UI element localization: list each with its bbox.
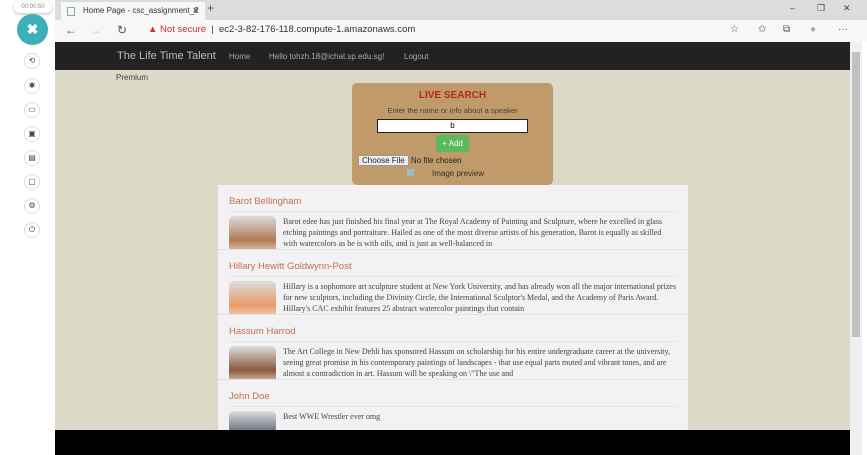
- site-brand[interactable]: The Life Time Talent: [117, 50, 216, 62]
- url-text: ec2-3-82-176-118.compute-1.amazonaws.com: [219, 24, 416, 35]
- speaker-item[interactable]: Hassum Harrod The Art College in New Dehl…: [218, 315, 688, 380]
- live-search-panel: LIVE SEARCH Enter the name or info about…: [352, 83, 553, 185]
- minimize-button[interactable]: –: [790, 3, 795, 13]
- speaker-description: Barot edee has just finished his final y…: [283, 217, 663, 248]
- screenshot-icon[interactable]: ▣: [24, 126, 40, 142]
- speaker-name[interactable]: Barot Bellingham: [229, 196, 301, 207]
- nav-home[interactable]: Home: [229, 52, 250, 61]
- favorites-icon[interactable]: ✩: [758, 24, 766, 35]
- tab-title: Home Page - csc_assignment_2: [83, 6, 199, 15]
- speaker-photo: [229, 281, 276, 314]
- speaker-name[interactable]: John Doe: [229, 391, 270, 402]
- power-icon[interactable]: ⏻: [24, 222, 40, 238]
- divider: [229, 276, 678, 277]
- recording-timer: 00:00:50: [14, 2, 52, 13]
- not-secure-label: Not secure: [160, 24, 206, 35]
- speaker-name[interactable]: Hassum Harrod: [229, 326, 296, 337]
- web-page: The Life Time Talent Home Hello tohzh.18…: [55, 42, 850, 430]
- choose-file-button[interactable]: Choose File: [358, 155, 409, 166]
- speaker-item[interactable]: John Doe Best WWE Wrestler ever omg: [218, 380, 688, 430]
- settings-icon[interactable]: ⚙: [24, 198, 40, 214]
- speaker-name[interactable]: Hillary Hewitt Goldwynn-Post: [229, 261, 351, 272]
- site-navbar: The Life Time Talent Home Hello tohzh.18…: [55, 42, 850, 70]
- image-preview-label: Image preview: [432, 169, 485, 178]
- search-label: Enter the name or info about a speaker: [387, 106, 518, 115]
- address-bar: ← → ↻ ▲ Not secure | ec2-3-82-176-118.co…: [55, 20, 867, 42]
- close-recorder-button[interactable]: ✖: [17, 14, 48, 45]
- bug-icon[interactable]: ✱: [24, 78, 40, 94]
- window-close-button[interactable]: ✕: [843, 3, 851, 14]
- profile-icon[interactable]: ●: [810, 24, 816, 35]
- bottom-bar: [55, 430, 850, 455]
- page-icon: [67, 7, 75, 16]
- file-status: No file chosen: [410, 156, 462, 165]
- speaker-description: The Art College in New Dehli has sponsor…: [283, 347, 671, 378]
- restore-button[interactable]: ❐: [817, 3, 825, 14]
- divider: [229, 341, 678, 342]
- speaker-photo: [229, 346, 276, 379]
- video-icon[interactable]: ▭: [24, 102, 40, 118]
- refresh-icon[interactable]: ↻: [117, 23, 127, 37]
- speaker-photo: [229, 216, 276, 249]
- divider: [229, 211, 678, 212]
- scrollbar[interactable]: [850, 42, 862, 455]
- more-icon[interactable]: ···: [838, 24, 848, 35]
- search-title: LIVE SEARCH: [418, 90, 487, 101]
- forward-icon[interactable]: →: [90, 23, 102, 37]
- speaker-item[interactable]: Barot Bellingham Barot edee has just fini…: [218, 185, 688, 250]
- tab-bar: Home Page - csc_assignment_2 ✕ + – ❐ ✕: [55, 0, 867, 20]
- sync-icon[interactable]: ⟲: [24, 53, 40, 69]
- nav-greeting[interactable]: Hello tohzh.18@ichat.sp.edu.sg!: [269, 52, 384, 61]
- divider: [229, 406, 678, 407]
- tab-close-icon[interactable]: ✕: [192, 2, 199, 20]
- search-input[interactable]: [377, 118, 528, 133]
- speaker-description: Hillary is a sophomore art sculpture stu…: [283, 282, 676, 313]
- back-icon[interactable]: ←: [65, 23, 77, 37]
- speaker-list: Barot Bellingham Barot edee has just fini…: [218, 185, 688, 430]
- nav-logout[interactable]: Logout: [404, 52, 428, 61]
- url-field[interactable]: ▲ Not secure | ec2-3-82-176-118.compute-…: [148, 24, 415, 35]
- star-icon[interactable]: ☆: [730, 24, 739, 35]
- recorder-sidebar: 00:00:50 ✖ ⟲ ✱ ▭ ▣ ▤ ▢ ⚙ ⏻: [0, 0, 55, 455]
- speaker-photo: [229, 411, 276, 430]
- add-button[interactable]: + Add: [436, 135, 469, 152]
- notes-icon[interactable]: ▤: [24, 150, 40, 166]
- folder-icon[interactable]: ▢: [24, 174, 40, 190]
- speaker-item[interactable]: Hillary Hewitt Goldwynn-Post Hillary is a…: [218, 250, 688, 315]
- broken-image-icon: [407, 169, 414, 176]
- nav-premium[interactable]: Premium: [116, 73, 148, 82]
- new-tab-button[interactable]: +: [207, 1, 214, 15]
- scrollbar-thumb[interactable]: [852, 52, 860, 337]
- speaker-description: Best WWE Wrestler ever omg: [283, 412, 381, 421]
- collections-icon[interactable]: ⧉: [783, 24, 790, 35]
- browser-tab[interactable]: Home Page - csc_assignment_2 ✕: [61, 2, 205, 20]
